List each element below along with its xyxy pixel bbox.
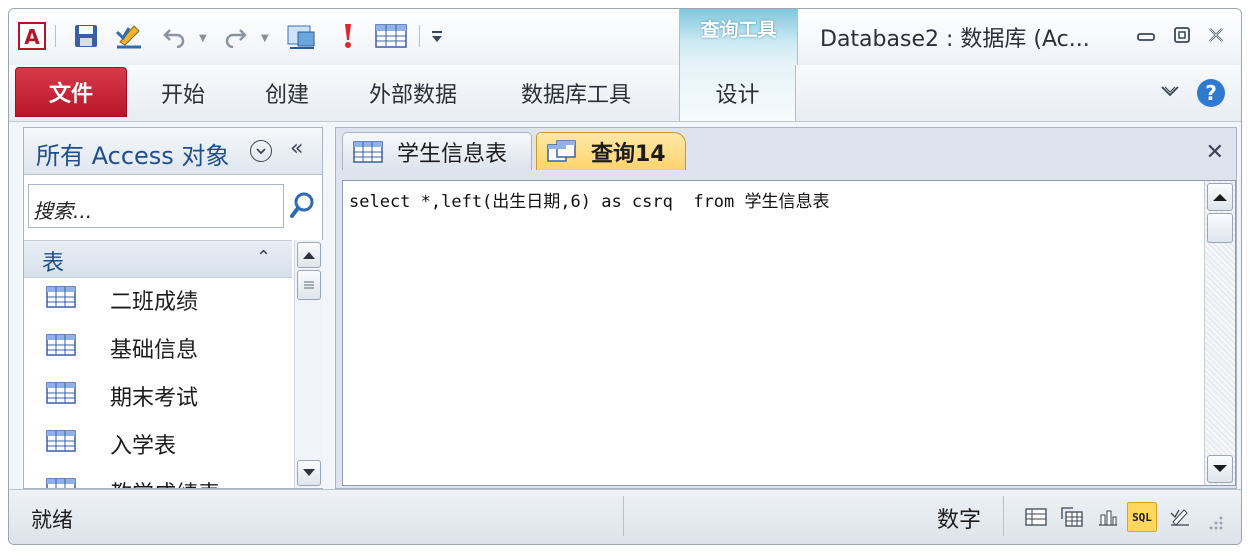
- doc-tab-label: 学生信息表: [397, 141, 508, 167]
- scroll-down-icon[interactable]: [1207, 455, 1233, 483]
- list-item[interactable]: 二班成绩: [24, 278, 292, 326]
- minimize-button[interactable]: [1133, 23, 1159, 47]
- svg-text:?: ?: [1205, 81, 1217, 105]
- design-view-button[interactable]: [1165, 502, 1195, 532]
- save-icon[interactable]: [71, 21, 101, 51]
- tab-home[interactable]: 开始: [161, 73, 205, 113]
- table-icon: [46, 382, 76, 404]
- search-icon[interactable]: [288, 190, 316, 222]
- nav-collapse-icon[interactable]: «: [290, 136, 303, 161]
- context-group-label: 查询工具: [700, 19, 777, 41]
- datasheet-icon: [1025, 508, 1047, 526]
- tab-student-info[interactable]: 学生信息表: [342, 132, 532, 170]
- group-header-tables[interactable]: 表 ⌃: [24, 240, 292, 278]
- nav-header[interactable]: 所有 Access 对象 «: [24, 128, 322, 175]
- search-placeholder: 搜索...: [33, 199, 93, 223]
- nav-scrollbar[interactable]: [294, 240, 323, 488]
- sql-specific-icon[interactable]: [285, 21, 319, 51]
- list-item-label: 教学成绩表: [110, 476, 220, 488]
- tab-database-tools[interactable]: 数据库工具: [521, 73, 631, 113]
- design-view-icon[interactable]: [113, 21, 145, 51]
- help-icon[interactable]: ?: [1195, 77, 1227, 109]
- run-icon[interactable]: [335, 21, 361, 51]
- table-icon: [46, 430, 76, 452]
- doc-tab-label: 查询14: [591, 141, 666, 167]
- document-area: 学生信息表 查询14 ✕ select *,left(出生日期,6) as cs…: [335, 127, 1237, 489]
- nav-menu-dropdown-icon[interactable]: [250, 140, 272, 162]
- redo-dropdown-icon[interactable]: ▼: [261, 33, 269, 44]
- scroll-up-icon[interactable]: [297, 242, 321, 268]
- list-item[interactable]: 教学成绩表: [24, 470, 292, 488]
- list-item[interactable]: 基础信息: [24, 326, 292, 374]
- sql-view-button[interactable]: SQL: [1127, 502, 1157, 532]
- pivot-chart-icon: [1099, 510, 1117, 526]
- table-icon: [353, 140, 383, 163]
- pivot-table-icon: [1061, 507, 1083, 527]
- nav-table-list: 二班成绩 基础信息 期末考试 入学表 教学成绩表: [24, 278, 292, 488]
- access-window: A ▼ ▼ 查询工具 Database2: 数据库 (Ac... 文件 开始 …: [8, 8, 1242, 545]
- list-item[interactable]: 期末考试: [24, 374, 292, 422]
- qa-separator: [419, 25, 420, 47]
- status-bar: 就绪 数字 SQL: [9, 489, 1241, 544]
- title-bar: A ▼ ▼ 查询工具 Database2: 数据库 (Ac...: [9, 9, 1241, 65]
- tab-create[interactable]: 创建: [265, 73, 309, 113]
- table-icon: [46, 286, 76, 308]
- sql-view-label: SQL: [1132, 510, 1152, 524]
- tab-design[interactable]: 设计: [679, 65, 796, 121]
- minimize-ribbon-icon[interactable]: [1157, 79, 1183, 103]
- status-ready: 就绪: [31, 508, 73, 532]
- undo-dropdown-icon[interactable]: ▼: [199, 33, 207, 44]
- pivot-table-view-button[interactable]: [1057, 502, 1087, 532]
- list-item[interactable]: 入学表: [24, 422, 292, 470]
- pivot-chart-view-button[interactable]: [1093, 502, 1123, 532]
- list-item-label: 期末考试: [110, 386, 199, 411]
- table-icon: [46, 478, 76, 488]
- undo-icon[interactable]: [161, 21, 187, 51]
- window-title: Database2 : 数据库 (Ac...: [820, 27, 1090, 52]
- list-item-label: 基础信息: [110, 338, 199, 363]
- sql-text[interactable]: select *,left(出生日期,6) as csrq from 学生信息表: [349, 187, 830, 212]
- status-divider: [623, 496, 624, 536]
- scroll-thumb[interactable]: [297, 270, 321, 300]
- qa-separator: [55, 25, 56, 47]
- nav-search-input[interactable]: 搜索...: [28, 184, 284, 228]
- redo-icon[interactable]: [223, 21, 249, 51]
- datasheet-view-icon[interactable]: [373, 21, 409, 51]
- resize-grip-icon[interactable]: [1203, 510, 1227, 534]
- scroll-thumb[interactable]: [1207, 213, 1233, 243]
- status-num-lock: 数字: [937, 508, 982, 533]
- scroll-up-icon[interactable]: [1207, 183, 1233, 211]
- editor-scrollbar[interactable]: [1204, 181, 1235, 485]
- close-document-icon[interactable]: ✕: [1206, 140, 1224, 165]
- restore-button[interactable]: [1169, 23, 1195, 47]
- status-divider: [1003, 496, 1004, 536]
- tab-file[interactable]: 文件: [15, 67, 127, 117]
- scroll-down-icon[interactable]: [297, 460, 321, 486]
- group-collapse-icon[interactable]: ⌃: [256, 247, 271, 268]
- customize-qat-icon[interactable]: [427, 21, 447, 51]
- query-icon: [547, 139, 576, 162]
- nav-title[interactable]: 所有 Access 对象: [36, 136, 229, 171]
- list-item-label: 二班成绩: [110, 290, 199, 315]
- query-tools-context-header: 查询工具: [679, 9, 798, 65]
- group-label: 表: [42, 251, 65, 276]
- close-window-button[interactable]: [1203, 23, 1229, 47]
- tab-external-data[interactable]: 外部数据: [369, 73, 457, 113]
- navigation-pane: 所有 Access 对象 « 搜索... 表 ⌃ 二班成绩 基础信息 期末考试 …: [23, 127, 323, 489]
- design-view-icon: [1170, 509, 1189, 526]
- ribbon-tab-bar: 文件 开始 创建 外部数据 数据库工具 设计 ?: [9, 65, 1241, 122]
- datasheet-view-button[interactable]: [1021, 502, 1051, 532]
- access-logo-icon[interactable]: A: [17, 21, 47, 51]
- tab-query14[interactable]: 查询14: [536, 132, 686, 170]
- list-item-label: 入学表: [110, 434, 177, 459]
- svg-text:A: A: [24, 25, 40, 49]
- sql-editor[interactable]: select *,left(出生日期,6) as csrq from 学生信息表: [342, 180, 1236, 486]
- table-icon: [46, 334, 76, 356]
